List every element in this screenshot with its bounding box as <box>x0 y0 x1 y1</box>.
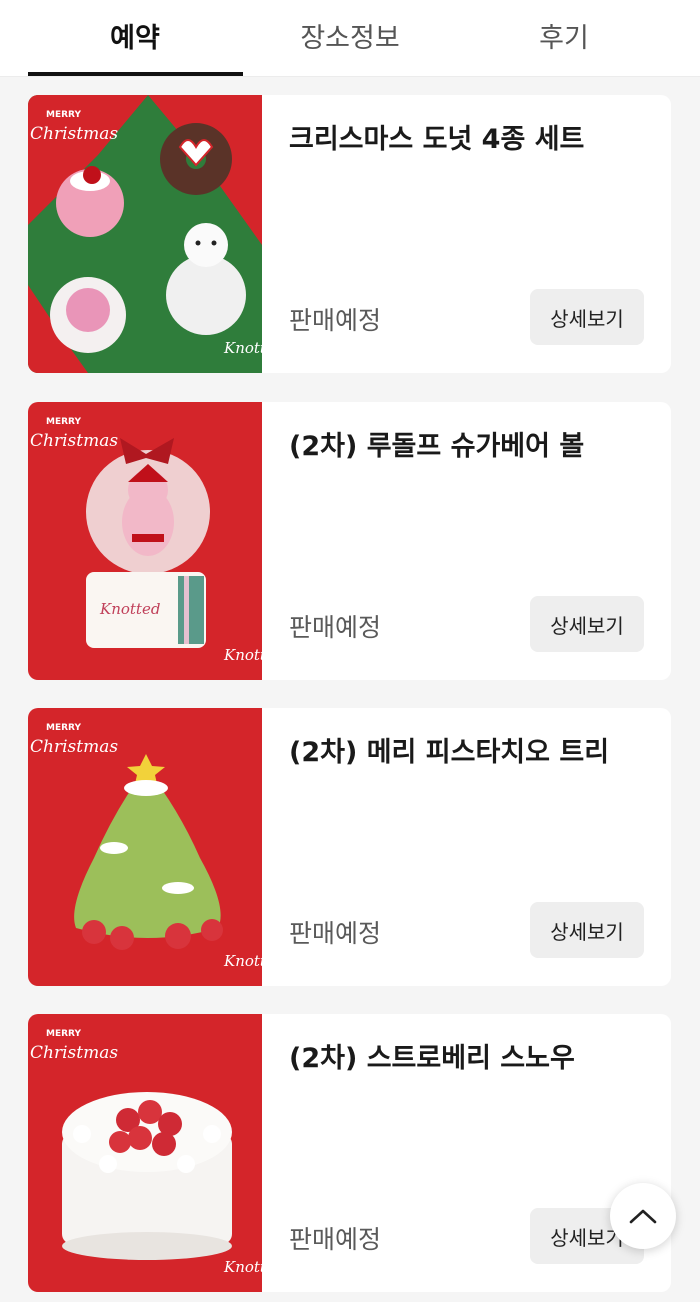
svg-text:MERRY: MERRY <box>46 417 81 427</box>
svg-text:Christmas: Christmas <box>30 737 118 757</box>
svg-text:MERRY: MERRY <box>46 1029 81 1039</box>
tab-reservation[interactable]: 예약 <box>28 0 242 76</box>
svg-text:Christmas: Christmas <box>30 431 118 451</box>
product-status: 판매예정 <box>289 919 382 948</box>
detail-button[interactable]: 상세보기 <box>530 596 644 652</box>
product-card[interactable]: MERRY Christmas Knotted (2차) 메리 피스타치오 트리… <box>28 708 671 986</box>
product-status: 판매예정 <box>289 1225 382 1254</box>
tab-location-info[interactable]: 장소정보 <box>243 0 457 76</box>
product-thumbnail: MERRY Christmas Knotted <box>28 708 262 986</box>
active-tab-indicator <box>28 72 243 76</box>
thumb-brand-text: Knotted <box>223 339 262 357</box>
tab-reviews[interactable]: 후기 <box>457 0 671 76</box>
product-card[interactable]: MERRY Christmas Knotted 크리스마스 도넛 4종 세트 판… <box>28 95 671 373</box>
product-card[interactable]: MERRY Christmas Knotted (2차) 스트로베리 스노우 판… <box>28 1014 671 1292</box>
product-thumbnail: MERRY Christmas Knotted <box>28 1014 262 1292</box>
detail-button[interactable]: 상세보기 <box>530 902 644 958</box>
svg-text:Christmas: Christmas <box>30 1043 118 1063</box>
svg-text:Knotted: Knotted <box>223 646 262 664</box>
product-status: 판매예정 <box>289 613 382 642</box>
product-thumbnail: MERRY Christmas Knotted <box>28 95 262 373</box>
product-title: (2차) 루돌프 슈가베어 볼 <box>289 431 585 462</box>
chevron-up-icon <box>629 1209 657 1224</box>
scroll-to-top-button[interactable] <box>610 1183 676 1249</box>
product-card[interactable]: MERRY Christmas Knotted Knotted (2차) 루돌프… <box>28 402 671 680</box>
product-title: (2차) 메리 피스타치오 트리 <box>289 737 610 768</box>
product-thumbnail: MERRY Christmas Knotted Knotted <box>28 402 262 680</box>
tab-bar: 예약 장소정보 후기 <box>0 0 700 77</box>
svg-text:Knotted: Knotted <box>223 952 262 970</box>
detail-button[interactable]: 상세보기 <box>530 289 644 345</box>
svg-text:MERRY: MERRY <box>46 723 81 733</box>
svg-text:Knotted: Knotted <box>223 1258 262 1276</box>
product-title: 크리스마스 도넛 4종 세트 <box>289 124 585 155</box>
svg-text:Knotted: Knotted <box>99 600 160 618</box>
thumb-merry-text: MERRY <box>46 110 81 120</box>
product-status: 판매예정 <box>289 306 382 335</box>
thumb-christmas-text: Christmas <box>30 124 118 144</box>
product-title: (2차) 스트로베리 스노우 <box>289 1043 575 1074</box>
